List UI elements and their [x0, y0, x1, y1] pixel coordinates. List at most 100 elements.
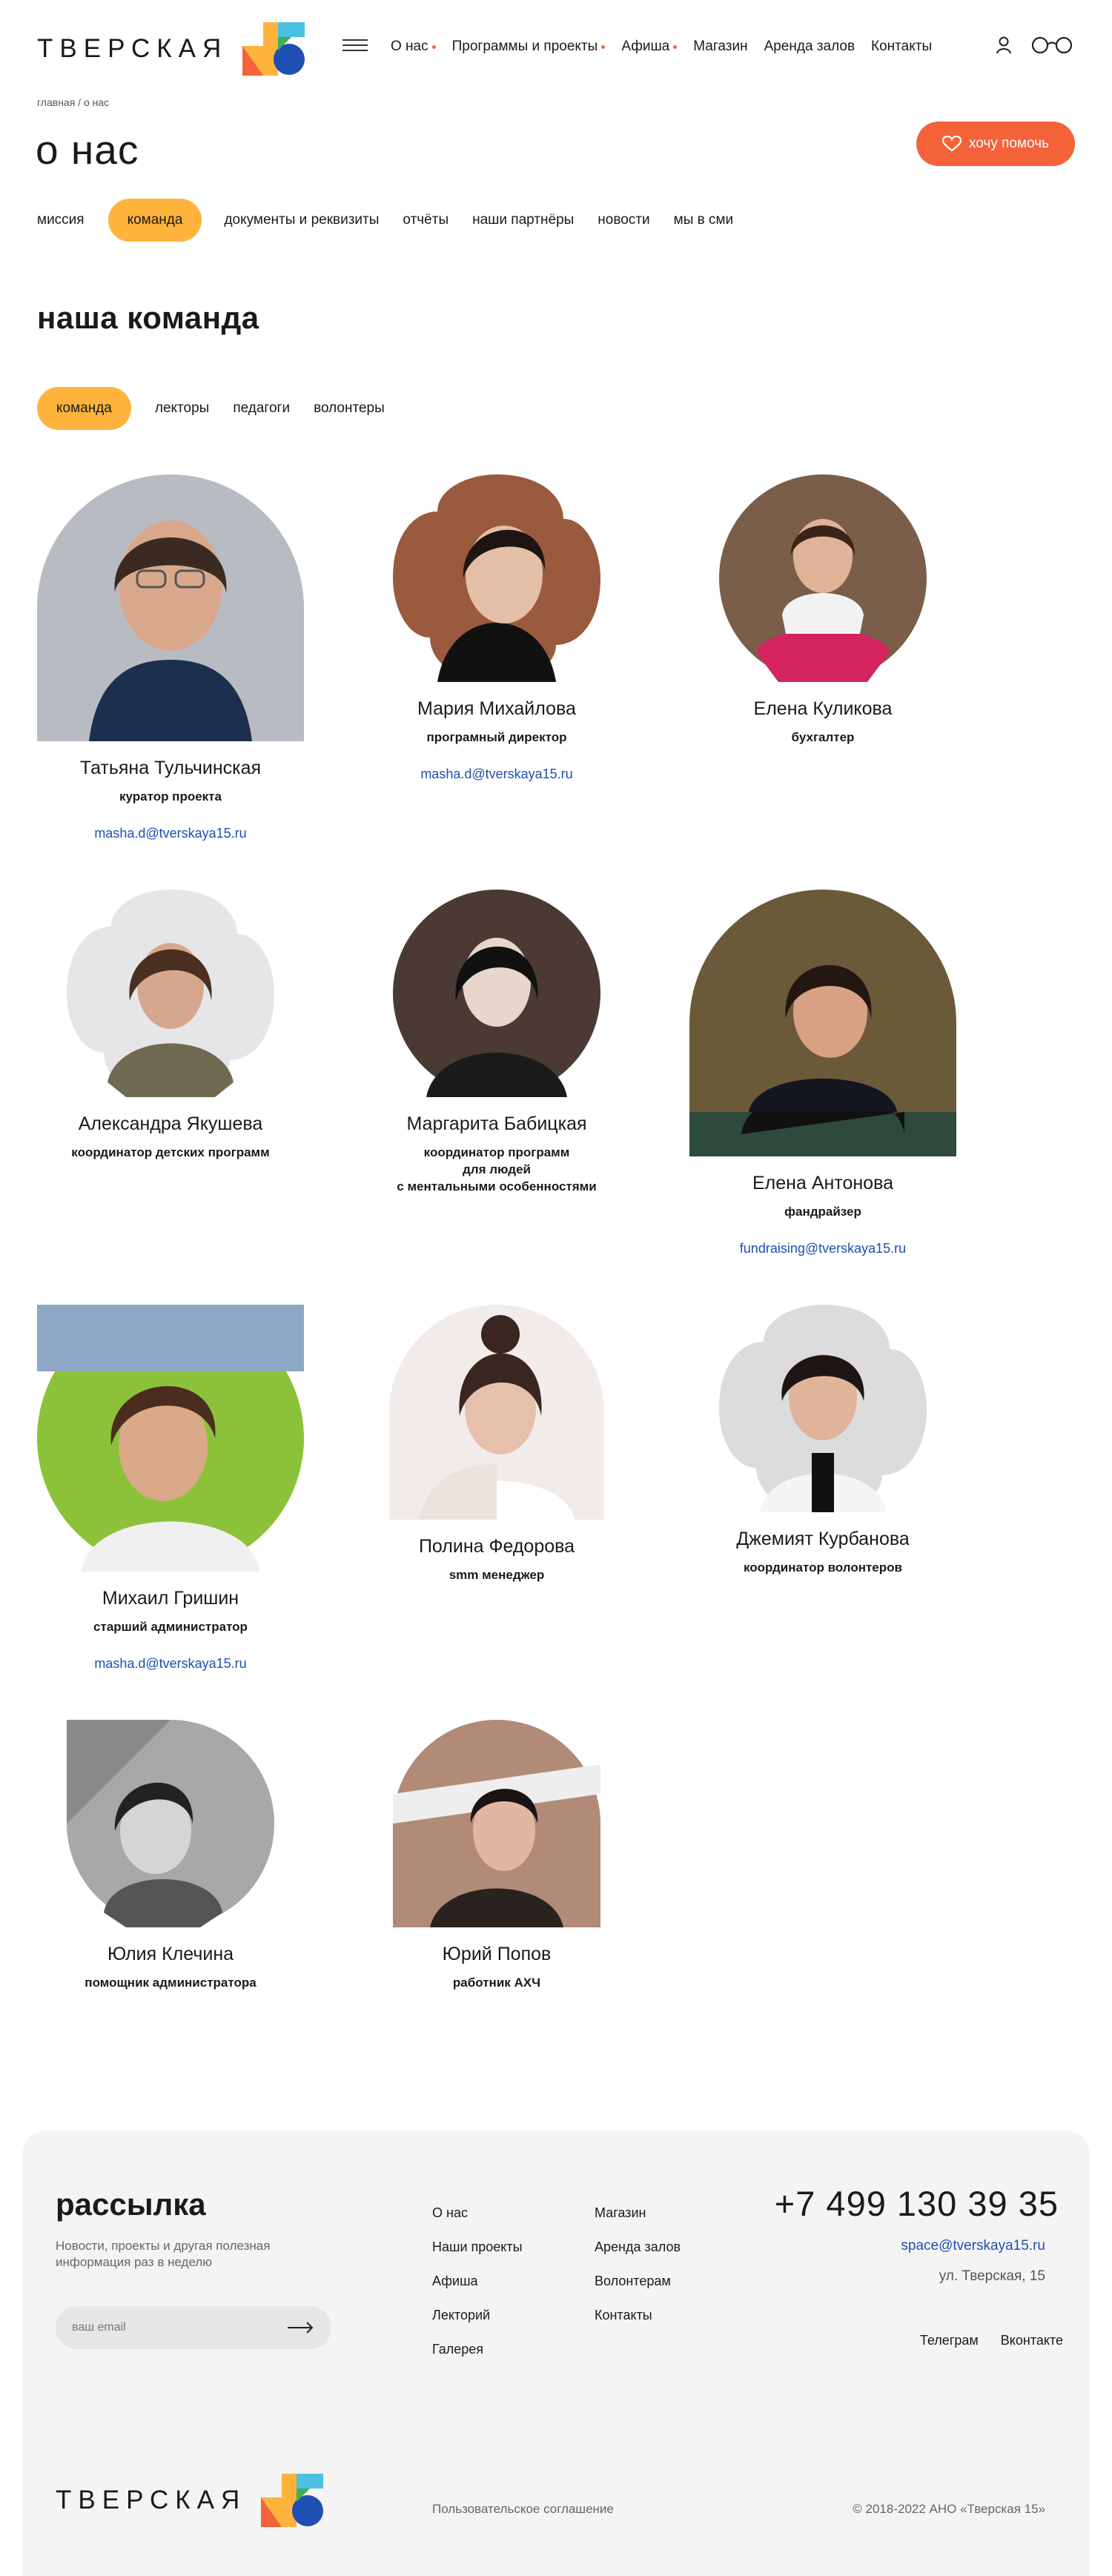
team-member-card: Александра Якушева координатор детских п…: [7, 890, 334, 1161]
section-tabs: миссия команда документы и реквизиты отч…: [37, 199, 757, 242]
tab-reports[interactable]: отчёты: [403, 212, 449, 228]
team-member-card: Юрий Попов работник АХЧ: [334, 1720, 660, 1991]
member-name: Александра Якушева: [78, 1113, 263, 1134]
member-role: куратор проекта: [119, 789, 222, 804]
footer-logo[interactable]: ТВЕРСКАЯ: [56, 2474, 324, 2527]
member-email-link[interactable]: masha.d@tverskaya15.ru: [94, 1656, 246, 1672]
team-member-card: Мария Михайлова програмный директор mash…: [334, 474, 660, 782]
team-member-card: Маргарита Бабицкая координатор программ …: [334, 890, 660, 1195]
site-logo[interactable]: ТВЕРСКАЯ: [37, 22, 305, 76]
member-role: фандрайзер: [784, 1205, 861, 1219]
footer-link-rent[interactable]: Аренда залов: [595, 2239, 681, 2255]
user-icon[interactable]: [996, 36, 1012, 55]
nav-item-shop[interactable]: Магазин: [693, 39, 747, 55]
nav-item-about[interactable]: О нас: [391, 39, 436, 55]
breadcrumb[interactable]: главная / о нас: [37, 96, 109, 108]
footer-link-volunteers[interactable]: Волонтерам: [595, 2274, 681, 2289]
member-role: координатор программ для людей с менталь…: [397, 1145, 597, 1193]
arrow-right-icon[interactable]: [288, 2322, 314, 2334]
team-member-card: Юлия Клечина помощник администратора: [7, 1720, 334, 1991]
footer-link-gallery[interactable]: Галерея: [432, 2342, 523, 2357]
footer-link-projects[interactable]: Наши проекты: [432, 2239, 523, 2255]
footer-link-lectures[interactable]: Лекторий: [432, 2308, 523, 2323]
member-photo: [393, 474, 600, 682]
member-name: Михаил Гришин: [102, 1588, 239, 1609]
subtab-lecturers[interactable]: лекторы: [155, 400, 209, 417]
nav-label: Магазин: [693, 39, 748, 54]
member-photo: [393, 1720, 600, 1927]
subtab-volunteers[interactable]: волонтеры: [314, 400, 385, 417]
member-name: Юлия Клечина: [107, 1944, 234, 1964]
member-name: Мария Михайлова: [417, 698, 576, 719]
member-photo: [67, 890, 274, 1097]
tab-team[interactable]: команда: [107, 199, 202, 242]
nav-label: Аренда залов: [764, 39, 855, 54]
nav-label: Контакты: [871, 39, 933, 54]
member-role: помощник администратора: [85, 1976, 257, 1990]
subtab-team[interactable]: команда: [37, 387, 131, 430]
member-email-link[interactable]: masha.d@tverskaya15.ru: [420, 766, 572, 782]
member-role: програмный директор: [426, 730, 567, 744]
nav-item-programs[interactable]: Программы и проекты: [452, 39, 606, 55]
member-name: Татьяна Тульчинская: [79, 758, 262, 778]
help-button-label: хочу помочь: [969, 136, 1049, 151]
page-title: о нас: [36, 127, 139, 173]
tab-media[interactable]: мы в сми: [674, 212, 734, 228]
member-role: координатор волонтеров: [744, 1560, 902, 1575]
section-title: наша команда: [37, 300, 259, 335]
member-name: Юрий Попов: [442, 1944, 552, 1964]
team-member-card: Елена Куликова бухгалтер: [660, 474, 986, 746]
member-photo: [67, 1720, 274, 1927]
tab-partners[interactable]: наши партнёры: [472, 212, 574, 228]
tab-mission[interactable]: миссия: [37, 212, 85, 228]
glasses-icon[interactable]: [1030, 36, 1073, 55]
nav-label: Афиша: [621, 39, 670, 54]
team-subtabs: команда лекторы педагоги волонтеры: [37, 387, 408, 430]
member-role: работник АХЧ: [452, 1976, 541, 1990]
team-member-card: Полина Федорова smm менеджер: [334, 1305, 660, 1583]
main-nav: О нас Программы и проекты Афиша Магазин …: [391, 39, 932, 55]
social-telegram-link[interactable]: Телеграм: [920, 2333, 979, 2348]
dot-icon: [431, 44, 436, 49]
nav-item-afisha[interactable]: Афиша: [621, 39, 678, 55]
tab-documents[interactable]: документы и реквизиты: [224, 212, 379, 228]
nav-label: О нас: [391, 39, 428, 54]
footer-email-link[interactable]: space@tverskaya15.ru: [901, 2238, 1045, 2254]
footer-link-shop[interactable]: Магазин: [595, 2205, 681, 2221]
member-name: Джемият Курбанова: [736, 1529, 910, 1549]
member-email-link[interactable]: fundraising@tverskaya15.ru: [740, 1241, 906, 1256]
logo-mark-icon: [261, 2474, 324, 2527]
member-name: Елена Куликова: [753, 698, 893, 719]
subtab-teachers[interactable]: педагоги: [233, 400, 290, 417]
footer-link-about[interactable]: О нас: [432, 2205, 523, 2221]
menu-icon[interactable]: [342, 39, 368, 56]
newsletter-title: рассылка: [56, 2187, 206, 2222]
member-role: smm менеджер: [449, 1568, 545, 1582]
member-photo: [719, 1305, 927, 1512]
social-vk-link[interactable]: Вконтакте: [1001, 2333, 1063, 2348]
footer-address: ул. Тверская, 15: [939, 2268, 1045, 2284]
member-name: Маргарита Бабицкая: [406, 1113, 587, 1134]
footer-phone[interactable]: +7 499 130 39 35: [775, 2183, 1059, 2224]
team-member-card: Татьяна Тульчинская куратор проекта mash…: [7, 474, 334, 841]
member-email-link[interactable]: masha.d@tverskaya15.ru: [94, 826, 246, 841]
member-photo: [37, 474, 304, 741]
copyright: © 2018-2022 АНО «Тверская 15»: [853, 2502, 1045, 2516]
help-button[interactable]: хочу помочь: [916, 122, 1075, 166]
footer-link-afisha[interactable]: Афиша: [432, 2274, 523, 2289]
site-footer: рассылка Новости, проекты и другая полез…: [22, 2131, 1090, 2576]
logo-mark-icon: [242, 22, 305, 76]
member-photo: [719, 474, 927, 682]
user-agreement-link[interactable]: Пользовательское соглашение: [432, 2502, 614, 2517]
logo-text: ТВЕРСКАЯ: [37, 34, 228, 63]
member-name: Елена Антонова: [752, 1173, 893, 1193]
nav-item-contacts[interactable]: Контакты: [871, 39, 932, 55]
nav-item-rent[interactable]: Аренда залов: [764, 39, 855, 55]
nav-label: Программы и проекты: [451, 39, 598, 54]
footer-link-contacts[interactable]: Контакты: [595, 2308, 681, 2323]
member-role: бухгалтер: [791, 730, 855, 744]
tab-news[interactable]: новости: [598, 212, 649, 228]
dot-icon: [673, 44, 678, 49]
heart-icon: [942, 136, 962, 152]
site-header: ТВЕРСКАЯ О нас Программы и проекты Афиша…: [0, 0, 1112, 96]
